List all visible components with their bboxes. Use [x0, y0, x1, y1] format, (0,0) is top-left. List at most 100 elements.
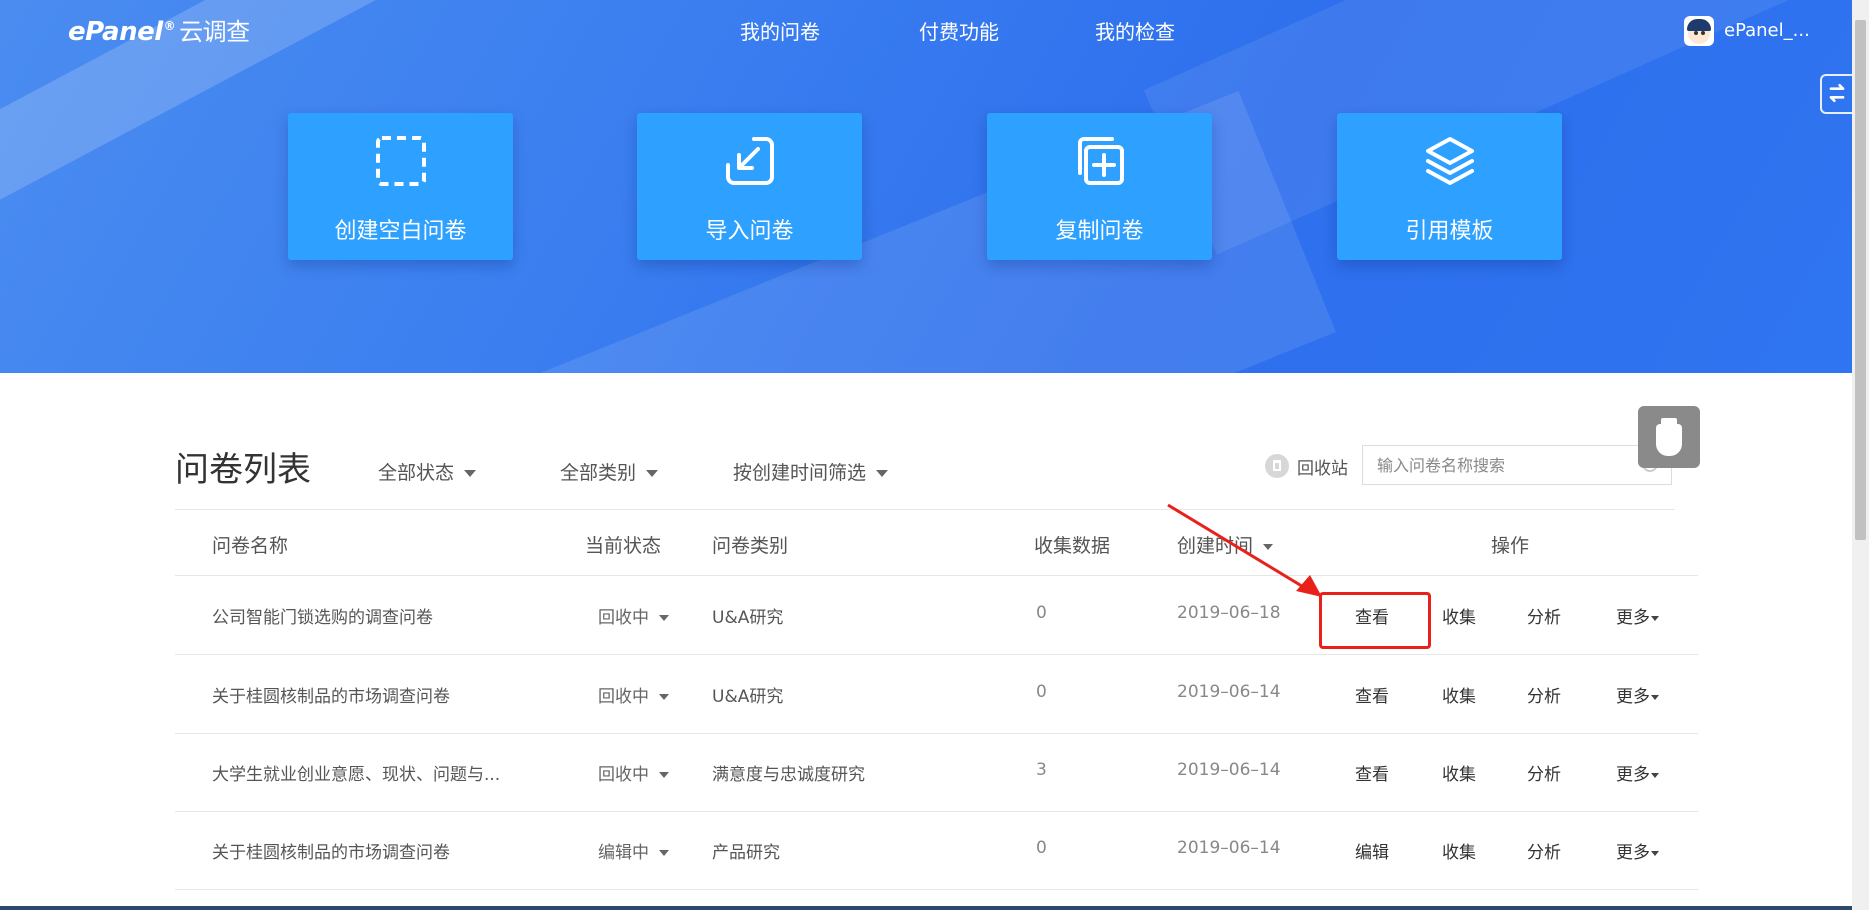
- more-dropdown[interactable]: 更多: [1616, 838, 1659, 863]
- more-label: 更多: [1616, 687, 1650, 707]
- dashed-square-icon: [376, 136, 426, 186]
- caret-down-icon: [1651, 772, 1659, 778]
- more-dropdown[interactable]: 更多: [1616, 760, 1659, 785]
- floating-usb-widget[interactable]: [1638, 406, 1700, 468]
- analyze-button[interactable]: 分析: [1527, 682, 1561, 707]
- page-scrollbar[interactable]: [1852, 0, 1869, 910]
- caret-down-icon: [1651, 850, 1659, 856]
- caret-down-icon: [464, 470, 477, 477]
- caret-down-icon: [659, 694, 669, 700]
- survey-category: 满意度与忠诚度研究: [712, 765, 865, 785]
- status-filter-dropdown[interactable]: 全部状态: [378, 458, 477, 485]
- collected-count: 0: [1036, 603, 1047, 623]
- survey-name[interactable]: 大学生就业创业意愿、现状、问题与...: [212, 760, 512, 785]
- import-survey-button[interactable]: 导入问卷: [637, 113, 862, 260]
- table-row: 公司智能门锁选购的调查问卷 回收中 U&A研究 0 2019–06–18 查看 …: [175, 576, 1698, 655]
- annotation-highlight-box: [1319, 592, 1431, 649]
- filter-label: 按创建时间筛选: [733, 462, 867, 484]
- status-text: 回收中: [598, 687, 649, 707]
- swap-icon: [1829, 83, 1845, 103]
- card-label: 引用模板: [1405, 219, 1494, 244]
- collected-count: 3: [1036, 760, 1047, 780]
- view-button[interactable]: 查看: [1355, 760, 1389, 785]
- collect-button[interactable]: 收集: [1442, 760, 1476, 785]
- analyze-button[interactable]: 分析: [1527, 760, 1561, 785]
- filter-label: 全部类别: [560, 462, 637, 484]
- trash-icon: [1265, 454, 1289, 478]
- card-label: 导入问卷: [705, 219, 794, 244]
- import-arrow-icon: [726, 137, 774, 185]
- category-filter-dropdown[interactable]: 全部类别: [560, 458, 659, 485]
- created-time-filter-dropdown[interactable]: 按创建时间筛选: [733, 458, 889, 485]
- analyze-button[interactable]: 分析: [1527, 603, 1561, 628]
- copy-survey-button[interactable]: 复制问卷: [987, 113, 1212, 260]
- survey-category: 产品研究: [712, 843, 780, 863]
- survey-name[interactable]: 关于桂圆核制品的市场调查问卷: [212, 682, 512, 707]
- column-header-ops: 操作: [1491, 535, 1530, 557]
- status-dropdown[interactable]: 回收中: [598, 682, 669, 707]
- hero-banner: ePanel® 云调查 我的问卷 付费功能 我的检查 ePanel_... 创建空…: [0, 0, 1852, 373]
- column-header-count: 收集数据: [1034, 535, 1111, 557]
- collected-count: 0: [1036, 838, 1047, 858]
- recycle-bin-label: 回收站: [1297, 459, 1348, 479]
- survey-list-title: 问卷列表: [175, 450, 311, 490]
- created-date: 2019–06–14: [1177, 838, 1281, 858]
- card-label: 复制问卷: [1055, 219, 1144, 244]
- caret-down-icon: [659, 850, 669, 856]
- collect-button[interactable]: 收集: [1442, 838, 1476, 863]
- more-dropdown[interactable]: 更多: [1616, 682, 1659, 707]
- view-button[interactable]: 查看: [1355, 682, 1389, 707]
- user-name: ePanel_...: [1724, 20, 1810, 41]
- created-date: 2019–06–14: [1177, 682, 1281, 702]
- copy-plus-icon: [1078, 137, 1124, 185]
- card-label: 创建空白问卷: [334, 219, 467, 244]
- survey-search-input[interactable]: [1362, 445, 1672, 485]
- more-dropdown[interactable]: 更多: [1616, 603, 1659, 628]
- caret-down-icon: [1651, 694, 1659, 700]
- edit-button[interactable]: 编辑: [1355, 838, 1389, 863]
- status-text: 回收中: [598, 765, 649, 785]
- collect-button[interactable]: 收集: [1442, 682, 1476, 707]
- status-dropdown[interactable]: 回收中: [598, 603, 669, 628]
- taskbar-edge: [0, 906, 1852, 910]
- more-label: 更多: [1616, 843, 1650, 863]
- column-header-status: 当前状态: [585, 535, 662, 557]
- more-label: 更多: [1616, 608, 1650, 628]
- divider: [175, 509, 1675, 510]
- status-dropdown[interactable]: 回收中: [598, 760, 669, 785]
- table-row: 大学生就业创业意愿、现状、问题与... 回收中 满意度与忠诚度研究 3 2019…: [175, 733, 1698, 812]
- caret-down-icon: [646, 470, 659, 477]
- top-nav: 我的问卷 付费功能 我的检查: [0, 16, 1852, 46]
- survey-name[interactable]: 公司智能门锁选购的调查问卷: [212, 603, 512, 628]
- table-row: 关于桂圆核制品的市场调查问卷 编辑中 产品研究 0 2019–06–14 编辑 …: [175, 811, 1698, 890]
- survey-category: U&A研究: [712, 687, 784, 707]
- collect-button[interactable]: 收集: [1442, 603, 1476, 628]
- side-toolbar-widget[interactable]: [1820, 74, 1854, 114]
- caret-down-icon: [1651, 615, 1659, 621]
- caret-down-icon: [659, 772, 669, 778]
- nav-my-surveys[interactable]: 我的问卷: [740, 16, 820, 45]
- survey-category: U&A研究: [712, 608, 784, 628]
- caret-down-icon: [659, 615, 669, 621]
- use-template-button[interactable]: 引用模板: [1337, 113, 1562, 260]
- create-blank-survey-button[interactable]: 创建空白问卷: [288, 113, 513, 260]
- status-text: 编辑中: [598, 843, 649, 863]
- status-dropdown[interactable]: 编辑中: [598, 838, 669, 863]
- table-row: 关于桂圆核制品的市场调查问卷 回收中 U&A研究 0 2019–06–14 查看…: [175, 655, 1698, 734]
- analyze-button[interactable]: 分析: [1527, 838, 1561, 863]
- created-date: 2019–06–18: [1177, 603, 1281, 623]
- status-text: 回收中: [598, 608, 649, 628]
- layers-icon: [1426, 137, 1474, 185]
- filter-label: 全部状态: [378, 462, 455, 484]
- survey-name[interactable]: 关于桂圆核制品的市场调查问卷: [212, 838, 512, 863]
- created-date: 2019–06–14: [1177, 760, 1281, 780]
- column-header-category: 问卷类别: [712, 535, 789, 557]
- scrollbar-thumb[interactable]: [1855, 20, 1866, 540]
- nav-my-checks[interactable]: 我的检查: [1095, 16, 1175, 45]
- nav-paid-features[interactable]: 付费功能: [919, 16, 999, 45]
- caret-down-icon: [876, 470, 889, 477]
- collected-count: 0: [1036, 682, 1047, 702]
- avatar: [1684, 16, 1714, 46]
- annotation-arrow: [1167, 503, 1322, 597]
- column-header-name: 问卷名称: [212, 535, 289, 557]
